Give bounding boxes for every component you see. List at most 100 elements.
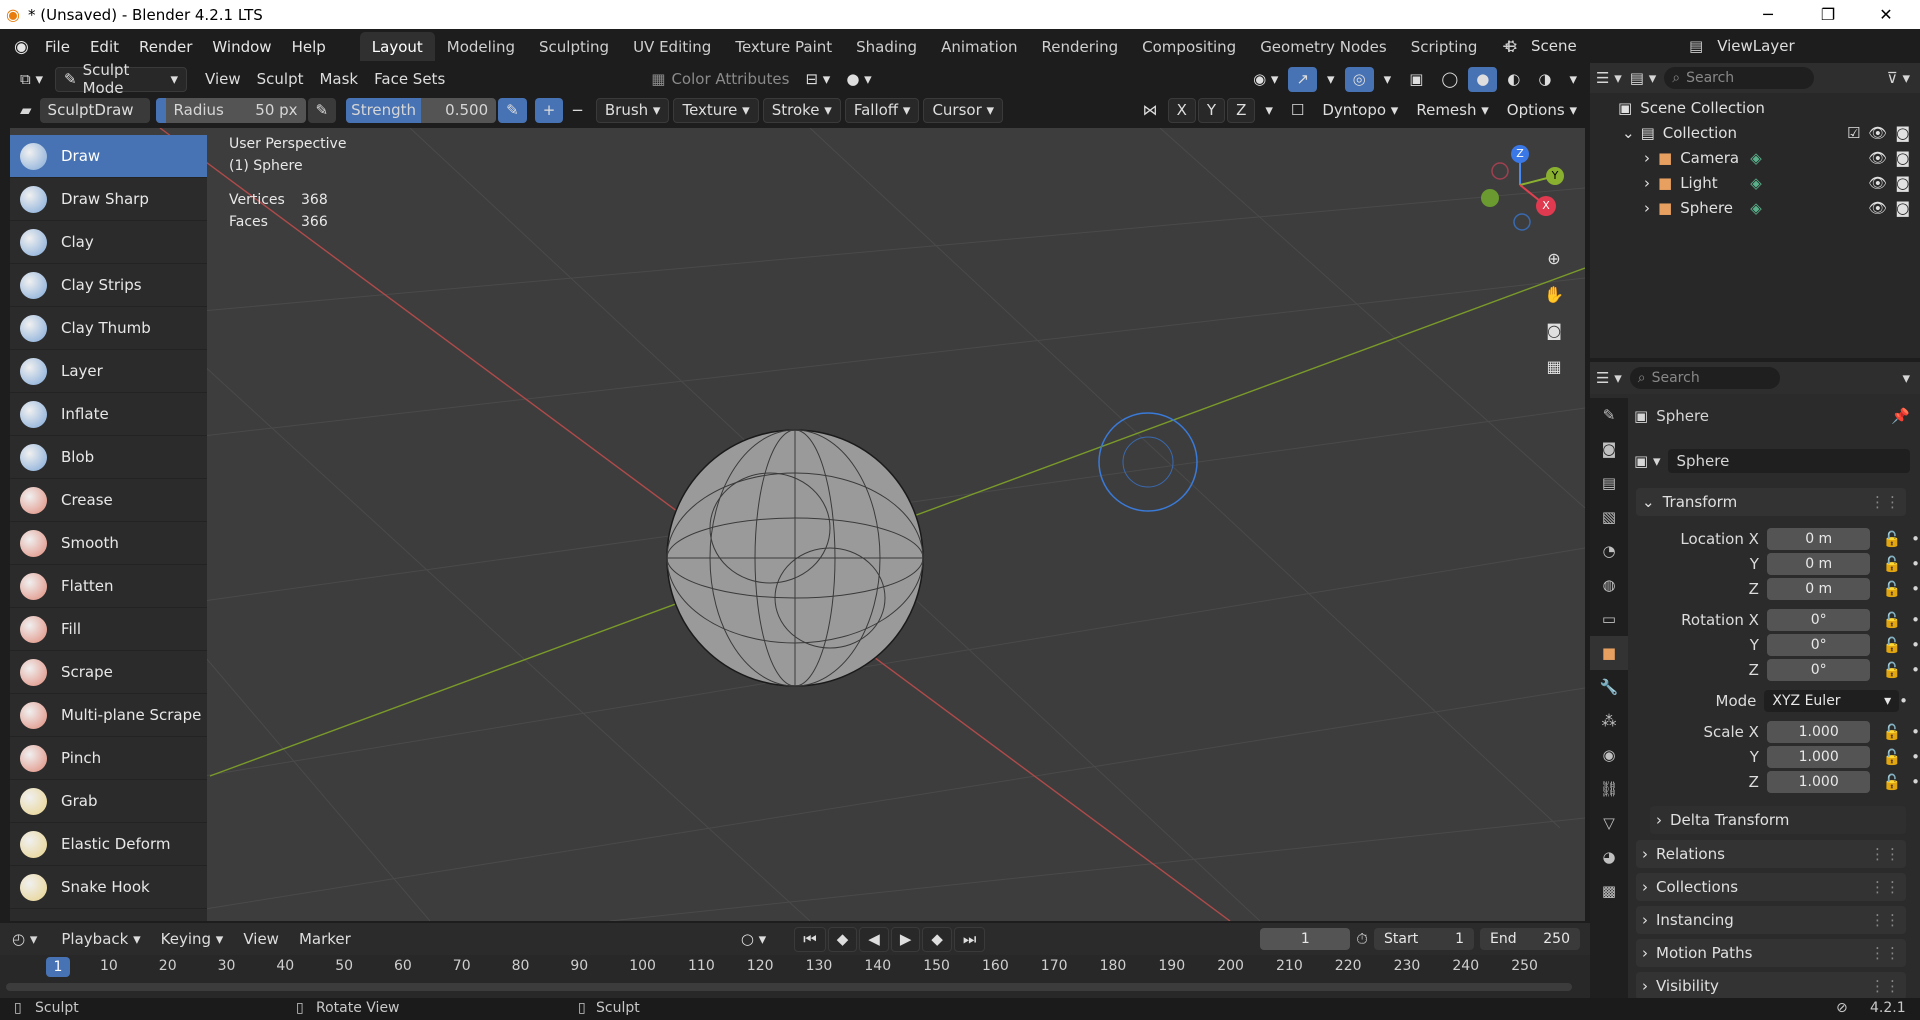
chevron-right-icon[interactable]: ›: [1644, 149, 1650, 167]
rotation-y-field[interactable]: 0°: [1766, 634, 1871, 656]
overlay-toggle[interactable]: ◎: [1344, 66, 1374, 92]
properties-tab-view-layer-icon[interactable]: ▧: [1590, 500, 1628, 534]
brush-item[interactable]: Clay Thumb: [10, 307, 207, 350]
outliner-display-mode-icon[interactable]: ▤ ▾: [1630, 69, 1656, 87]
location-y-field[interactable]: 0 m: [1766, 553, 1871, 575]
color-attributes-dropdown[interactable]: ▦ Color Attributes: [643, 67, 797, 92]
lock-icon[interactable]: 🔓: [1882, 723, 1901, 741]
lock-icon[interactable]: 🔓: [1882, 661, 1901, 679]
brush-item[interactable]: Draw: [10, 135, 207, 178]
keyframe-dot-icon[interactable]: •: [1911, 611, 1920, 629]
visibility-eye-icon[interactable]: 👁: [1868, 174, 1887, 192]
keyframe-dot-icon[interactable]: •: [1911, 661, 1920, 679]
collection-checkbox[interactable]: ☑: [1847, 124, 1860, 142]
visibility-eye-icon[interactable]: 👁: [1868, 199, 1887, 217]
brush-item[interactable]: Smooth: [10, 522, 207, 565]
lock-icon[interactable]: 🔓: [1882, 636, 1901, 654]
properties-search-input[interactable]: ⌕ Search: [1629, 367, 1780, 389]
jump-keyframe-back-icon[interactable]: ◆: [827, 926, 858, 952]
keyframe-dot-icon[interactable]: •: [1911, 555, 1920, 573]
falloff-dropdown[interactable]: Falloff ▾: [844, 97, 920, 123]
chevron-right-icon[interactable]: ›: [1644, 199, 1650, 217]
lock-icon[interactable]: 🔓: [1882, 580, 1901, 598]
scale-x-field[interactable]: 1.000: [1766, 721, 1871, 743]
pan-hand-icon[interactable]: ✋: [1539, 279, 1569, 309]
chevron-right-icon[interactable]: ›: [1644, 174, 1650, 192]
render-camera-icon[interactable]: ◙: [1895, 174, 1910, 192]
render-camera-icon[interactable]: ◙: [1895, 149, 1910, 167]
playback-menu[interactable]: Playback ▾: [53, 927, 148, 952]
brush-dropdown[interactable]: Brush ▾: [595, 97, 670, 123]
tab-rendering[interactable]: Rendering: [1030, 32, 1131, 61]
datablock-type-icon[interactable]: ▣ ▾: [1634, 452, 1660, 470]
brush-item[interactable]: Draw Sharp: [10, 178, 207, 221]
properties-tab-object-icon[interactable]: ■: [1590, 636, 1628, 670]
visibility-eye-icon[interactable]: 👁: [1868, 149, 1887, 167]
properties-tab-data-icon[interactable]: ▽: [1590, 806, 1628, 840]
tab-modeling[interactable]: Modeling: [435, 32, 527, 61]
drag-handle-icon[interactable]: ⋮⋮: [1870, 944, 1900, 962]
properties-tab-tool-icon[interactable]: ✎: [1590, 398, 1628, 432]
mirror-y-toggle[interactable]: Y: [1197, 97, 1226, 123]
properties-tab-world-icon[interactable]: ◍: [1590, 568, 1628, 602]
lock-icon[interactable]: 🔓: [1882, 530, 1901, 548]
transform-panel-header[interactable]: ⌄ Transform ⋮⋮: [1636, 488, 1906, 516]
panel-header[interactable]: › Relations ⋮⋮: [1636, 840, 1906, 868]
rendered-shading-icon[interactable]: ◑: [1530, 67, 1559, 92]
minimize-button[interactable]: ─: [1740, 0, 1796, 29]
menu-view[interactable]: View: [197, 67, 249, 92]
properties-tab-constraints-icon[interactable]: ⛓: [1590, 772, 1628, 806]
gizmo-z-axis[interactable]: Z: [1511, 145, 1529, 163]
location-x-field[interactable]: 0 m: [1766, 528, 1871, 550]
menu-help[interactable]: Help: [282, 33, 336, 60]
properties-tab-render-icon[interactable]: ◙: [1590, 432, 1628, 466]
properties-tab-physics-icon[interactable]: ◉: [1590, 738, 1628, 772]
lock-icon[interactable]: 🔓: [1882, 555, 1901, 573]
keyframe-dot-icon[interactable]: •: [1899, 692, 1908, 710]
brush-item[interactable]: Multi-plane Scrape: [10, 694, 207, 737]
jump-end-icon[interactable]: ⏭: [953, 926, 986, 952]
timeline-view-menu[interactable]: View: [235, 927, 287, 952]
tab-texture-paint[interactable]: Texture Paint: [723, 32, 844, 61]
tab-shading[interactable]: Shading: [844, 32, 929, 61]
object-data-icon[interactable]: ◈: [1750, 174, 1762, 192]
properties-tab-particles-icon[interactable]: ⁂: [1590, 704, 1628, 738]
direction-subtract-button[interactable]: −: [563, 98, 592, 123]
radius-slider[interactable]: Radius 50 px: [155, 97, 306, 123]
current-frame-field[interactable]: 1: [1260, 928, 1351, 950]
play-icon[interactable]: ▶: [890, 926, 921, 952]
panel-header[interactable]: › Motion Paths ⋮⋮: [1636, 939, 1906, 967]
dyntopo-checkbox[interactable]: ☐: [1283, 98, 1312, 123]
properties-tab-output-icon[interactable]: ▤: [1590, 466, 1628, 500]
rotation-x-field[interactable]: 0°: [1766, 609, 1871, 631]
brush-item[interactable]: Blob: [10, 436, 207, 479]
keyframe-dot-icon[interactable]: •: [1911, 580, 1920, 598]
collection-expand-icon[interactable]: ⌄: [1622, 124, 1635, 142]
maximize-button[interactable]: ❐: [1800, 0, 1856, 29]
current-frame-indicator[interactable]: 1: [46, 957, 70, 977]
lock-icon[interactable]: 🔓: [1882, 773, 1901, 791]
panel-header[interactable]: › Collections ⋮⋮: [1636, 873, 1906, 901]
scale-z-field[interactable]: 1.000: [1766, 771, 1871, 793]
blender-menu-icon[interactable]: ◉: [14, 37, 29, 57]
visibility-dropdown[interactable]: ◉ ▾: [1245, 67, 1286, 92]
cursor-dropdown[interactable]: Cursor ▾: [923, 97, 1004, 123]
brush-item[interactable]: Grab: [10, 780, 207, 823]
brush-item[interactable]: Scrape: [10, 651, 207, 694]
mirror-z-toggle[interactable]: Z: [1227, 97, 1256, 123]
timeline-editor-type-icon[interactable]: ◴ ▾: [12, 930, 37, 948]
brush-item[interactable]: Layer: [10, 350, 207, 393]
tab-animation[interactable]: Animation: [929, 32, 1029, 61]
tab-geometry-nodes[interactable]: Geometry Nodes: [1248, 32, 1399, 61]
keyframe-dot-icon[interactable]: •: [1911, 636, 1920, 654]
symmetry-dropdown[interactable]: ⊟ ▾: [797, 67, 838, 92]
jump-start-icon[interactable]: ⏮: [794, 926, 826, 952]
scene-selector[interactable]: Scene: [1523, 33, 1664, 58]
tab-layout[interactable]: Layout: [359, 32, 435, 61]
delta-transform-header[interactable]: › Delta Transform: [1650, 806, 1906, 834]
brush-item[interactable]: Pinch: [10, 737, 207, 780]
options-dropdown[interactable]: Options ▾: [1499, 98, 1585, 123]
start-frame-field[interactable]: Start 1: [1374, 928, 1474, 950]
remesh-dropdown[interactable]: Remesh ▾: [1408, 98, 1496, 123]
panel-header[interactable]: › Visibility ⋮⋮: [1636, 972, 1906, 1000]
